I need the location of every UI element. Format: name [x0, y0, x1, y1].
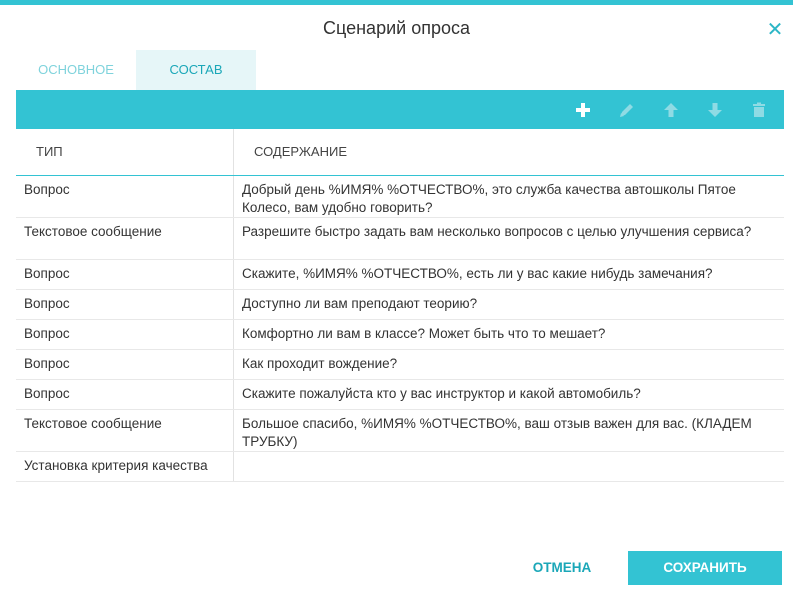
row-content: Комфортно ли вам в классе? Может быть чт…	[242, 326, 606, 341]
row-type: Вопрос	[24, 296, 70, 311]
table-row[interactable]: Текстовое сообщение Большое спасибо, %ИМ…	[16, 410, 784, 452]
row-content: Разрешите быстро задать вам несколько во…	[242, 224, 752, 239]
table-row[interactable]: Установка критерия качества	[16, 452, 784, 482]
row-content: Скажите пожалуйста кто у вас инструктор …	[242, 386, 641, 401]
composition-table: Тип Содержание Вопрос Добрый день %ИМЯ% …	[16, 129, 784, 482]
tab-composition[interactable]: Состав	[136, 50, 256, 90]
row-type: Текстовое сообщение	[24, 224, 162, 239]
column-header-content[interactable]: Содержание	[254, 129, 347, 175]
arrow-up-icon[interactable]	[661, 100, 681, 120]
row-type: Вопрос	[24, 182, 70, 197]
plus-icon[interactable]	[573, 100, 593, 120]
row-content: Большое спасибо, %ИМЯ% %ОТЧЕСТВО%, ваш о…	[242, 416, 752, 449]
dialog-title: Сценарий опроса	[323, 18, 470, 38]
toolbar	[16, 90, 784, 129]
row-type: Установка критерия качества	[24, 458, 208, 473]
close-icon[interactable]: ✕	[765, 20, 785, 40]
row-type: Вопрос	[24, 356, 70, 371]
row-content: Как проходит вождение?	[242, 356, 398, 371]
column-header-type[interactable]: Тип	[36, 129, 63, 175]
row-type: Вопрос	[24, 266, 70, 281]
save-button[interactable]: Сохранить	[628, 551, 782, 585]
row-content: Скажите, %ИМЯ% %ОТЧЕСТВО%, есть ли у вас…	[242, 266, 713, 281]
pencil-icon[interactable]	[617, 100, 637, 120]
table-row[interactable]: Вопрос Скажите пожалуйста кто у вас инст…	[16, 380, 784, 410]
row-content: Добрый день %ИМЯ% %ОТЧЕСТВО%, это служба…	[242, 182, 736, 215]
row-type: Вопрос	[24, 326, 70, 341]
row-type: Текстовое сообщение	[24, 416, 162, 431]
row-content: Доступно ли вам преподают теорию?	[242, 296, 478, 311]
table-row[interactable]: Текстовое сообщение Разрешите быстро зад…	[16, 218, 784, 260]
dialog-top-accent-bar	[0, 0, 793, 5]
tab-main[interactable]: Основное	[16, 50, 136, 90]
table-row[interactable]: Вопрос Добрый день %ИМЯ% %ОТЧЕСТВО%, это…	[16, 176, 784, 218]
table-row[interactable]: Вопрос Доступно ли вам преподают теорию?	[16, 290, 784, 320]
table-header: Тип Содержание	[16, 129, 784, 176]
cancel-button[interactable]: Отмена	[520, 551, 604, 585]
arrow-down-icon[interactable]	[705, 100, 725, 120]
table-row[interactable]: Вопрос Скажите, %ИМЯ% %ОТЧЕСТВО%, есть л…	[16, 260, 784, 290]
table-row[interactable]: Вопрос Как проходит вождение?	[16, 350, 784, 380]
table-row[interactable]: Вопрос Комфортно ли вам в классе? Может …	[16, 320, 784, 350]
row-type: Вопрос	[24, 386, 70, 401]
trash-icon[interactable]	[749, 100, 769, 120]
